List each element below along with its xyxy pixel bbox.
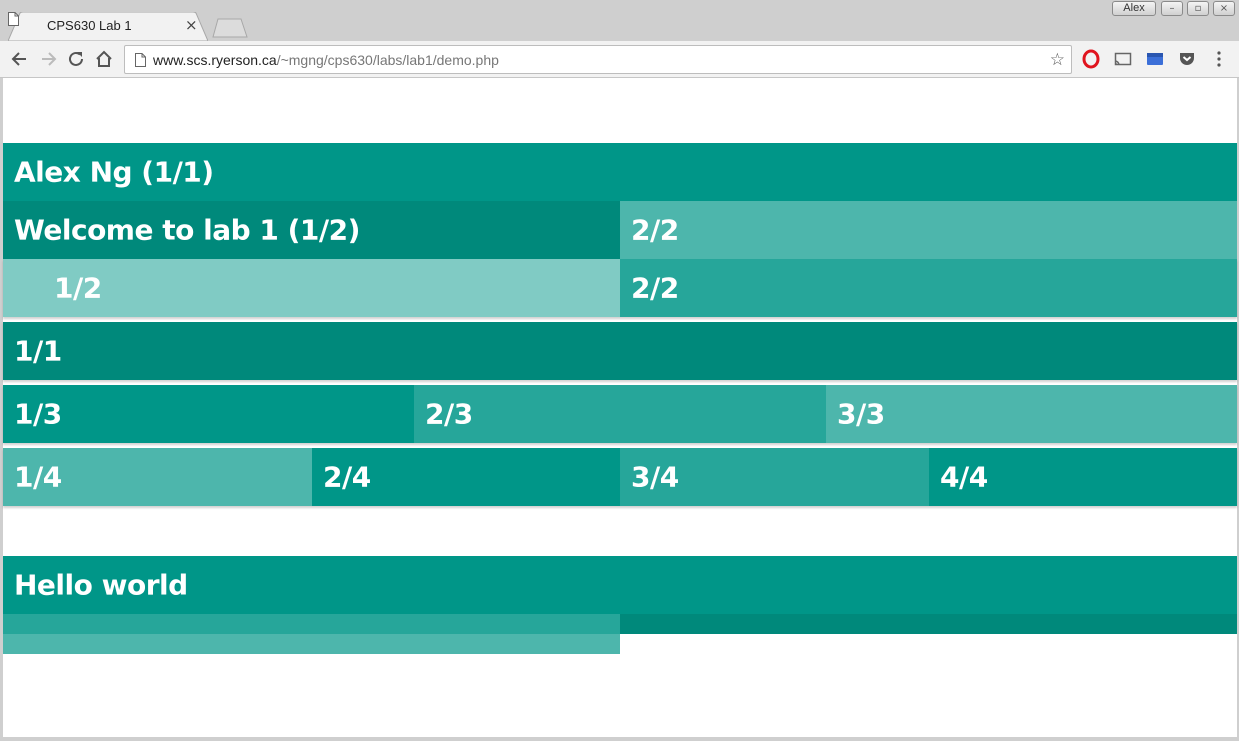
minimize-icon: – — [1169, 3, 1175, 14]
forward-icon[interactable] — [38, 49, 58, 69]
maximize-button[interactable]: ▫ — [1187, 1, 1209, 16]
empty-strip-row-2 — [3, 634, 1237, 654]
grid-row-thirds: 1/3 2/3 3/3 — [3, 385, 1237, 443]
cell-text: Welcome to lab 1 (1/2) — [14, 213, 360, 247]
grid-row-full: 1/1 — [3, 322, 1237, 380]
minimize-button[interactable]: – — [1161, 1, 1183, 16]
header-text: Alex Ng (1/1) — [14, 155, 214, 189]
hello-cell: Hello world — [3, 556, 1237, 614]
header-row: Alex Ng (1/1) — [3, 143, 1237, 201]
cell-text: 1/4 — [14, 460, 62, 494]
cell-text: 3/3 — [837, 397, 885, 431]
grid-row-halves-2: 1/2 2/2 — [3, 259, 1237, 317]
cell-half: 1/2 — [3, 259, 620, 317]
url-path: /~mgng/cps630/labs/lab1/demo.php — [276, 52, 499, 68]
browser-toolbar: www.scs.ryerson.ca/~mgng/cps630/labs/lab… — [0, 41, 1239, 78]
address-bar[interactable]: www.scs.ryerson.ca/~mgng/cps630/labs/lab… — [124, 45, 1072, 74]
pocket-icon[interactable] — [1177, 49, 1197, 69]
new-tab-button[interactable] — [212, 18, 248, 38]
extension-icon[interactable] — [1145, 49, 1165, 69]
maximize-icon: ▫ — [1194, 3, 1202, 14]
url-text: www.scs.ryerson.ca/~mgng/cps630/labs/lab… — [153, 52, 499, 68]
reload-icon[interactable] — [66, 49, 86, 69]
empty-cell — [3, 614, 620, 634]
cell-half: 2/2 — [620, 201, 1237, 259]
grid-row-quarters: 1/4 2/4 3/4 4/4 — [3, 448, 1237, 506]
tab-close-icon[interactable]: × — [185, 16, 198, 34]
cell-text: 2/2 — [631, 213, 679, 247]
hello-text: Hello world — [14, 568, 188, 602]
window-border-bottom — [0, 737, 1239, 741]
browser-tab[interactable]: CPS630 Lab 1 × — [8, 12, 208, 41]
cell-quarter: 3/4 — [620, 448, 929, 506]
empty-cell — [620, 614, 1237, 634]
page-icon — [8, 12, 19, 26]
cell-text: 1/2 — [54, 271, 102, 305]
cell-third: 3/3 — [826, 385, 1237, 443]
back-icon[interactable] — [10, 49, 30, 69]
cell-text: 2/3 — [425, 397, 473, 431]
tab-title: CPS630 Lab 1 — [47, 18, 132, 33]
cell-full: 1/1 — [3, 322, 1237, 380]
cell-third: 2/3 — [414, 385, 826, 443]
close-window-icon: × — [1219, 3, 1229, 14]
profile-button[interactable]: Alex — [1112, 1, 1156, 16]
cell-welcome: Welcome to lab 1 (1/2) — [3, 201, 620, 259]
empty-strip-row-1 — [3, 614, 1237, 634]
cell-half: 2/2 — [620, 259, 1237, 317]
home-icon[interactable] — [94, 49, 114, 69]
page-icon — [135, 53, 146, 67]
close-window-button[interactable]: × — [1213, 1, 1235, 16]
cell-text: 1/3 — [14, 397, 62, 431]
hello-row: Hello world — [3, 556, 1237, 614]
empty-cell — [3, 634, 620, 654]
cell-quarter: 1/4 — [3, 448, 312, 506]
cell-text: 2/2 — [631, 271, 679, 305]
cast-icon[interactable] — [1113, 49, 1133, 69]
opera-icon[interactable] — [1081, 49, 1101, 69]
cell-text: 4/4 — [940, 460, 988, 494]
star-icon[interactable]: ☆ — [1050, 50, 1065, 70]
header-cell: Alex Ng (1/1) — [3, 143, 1237, 201]
cell-quarter: 2/4 — [312, 448, 620, 506]
menu-icon[interactable] — [1209, 49, 1229, 69]
cell-text: 1/1 — [14, 334, 62, 368]
grid-row-halves-1: Welcome to lab 1 (1/2) 2/2 — [3, 201, 1237, 259]
title-bar: CPS630 Lab 1 × Alex – ▫ × — [0, 0, 1239, 41]
cell-third: 1/3 — [3, 385, 414, 443]
cell-quarter: 4/4 — [929, 448, 1237, 506]
url-host: www.scs.ryerson.ca — [153, 52, 277, 68]
cell-text: 3/4 — [631, 460, 679, 494]
cell-text: 2/4 — [323, 460, 371, 494]
